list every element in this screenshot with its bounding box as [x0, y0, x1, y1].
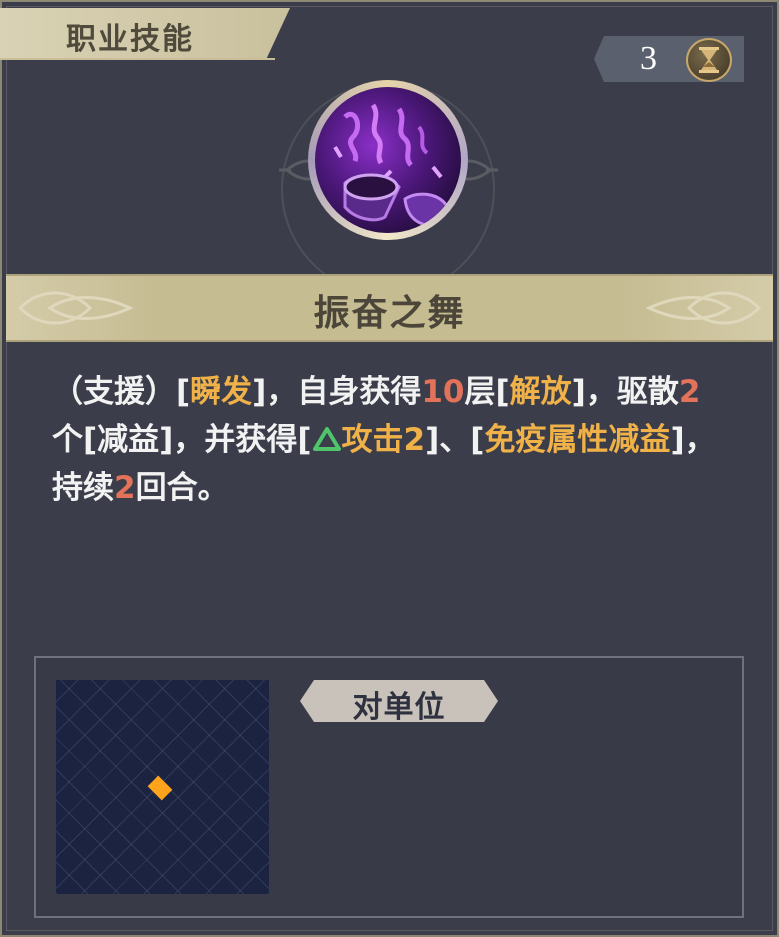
keyword-instant[interactable]: 瞬发: [190, 374, 252, 410]
buff-up-triangle-icon: [312, 427, 341, 451]
dance-horn-icon: [315, 87, 461, 233]
desc-text: （支援）[: [52, 374, 191, 410]
keyword-attack-buff[interactable]: 攻击2: [342, 422, 426, 458]
desc-text: 个[减益]，并获得[: [52, 422, 312, 458]
duration-count: 2: [114, 470, 136, 506]
desc-text: ]，自身获得: [252, 374, 422, 410]
cooldown-value: 3: [640, 40, 657, 77]
dispel-count: 2: [678, 374, 701, 410]
banner-bottom-line: [6, 340, 773, 342]
skill-name: 振奋之舞: [313, 293, 466, 334]
target-type-label: 对单位: [352, 690, 446, 725]
header-title: 职业技能: [66, 22, 194, 57]
desc-text: 回合。: [135, 470, 229, 506]
header-underline: [0, 58, 275, 60]
desc-text: ]、[: [425, 422, 485, 458]
desc-text: ]，驱散: [571, 374, 679, 410]
hourglass-icon: [686, 38, 732, 82]
skill-description: （支援）[瞬发]，自身获得10层[解放]，驱散2个[减益]，并获得[攻击2]、[…: [52, 368, 724, 512]
keyword-immunity[interactable]: 免疫属性减益: [484, 422, 670, 458]
banner-top-line: [6, 274, 773, 276]
keyword-release[interactable]: 解放: [510, 374, 572, 410]
stack-count: 10: [421, 374, 465, 410]
desc-text: 层[: [464, 374, 510, 410]
skill-icon-frame[interactable]: [308, 80, 468, 240]
